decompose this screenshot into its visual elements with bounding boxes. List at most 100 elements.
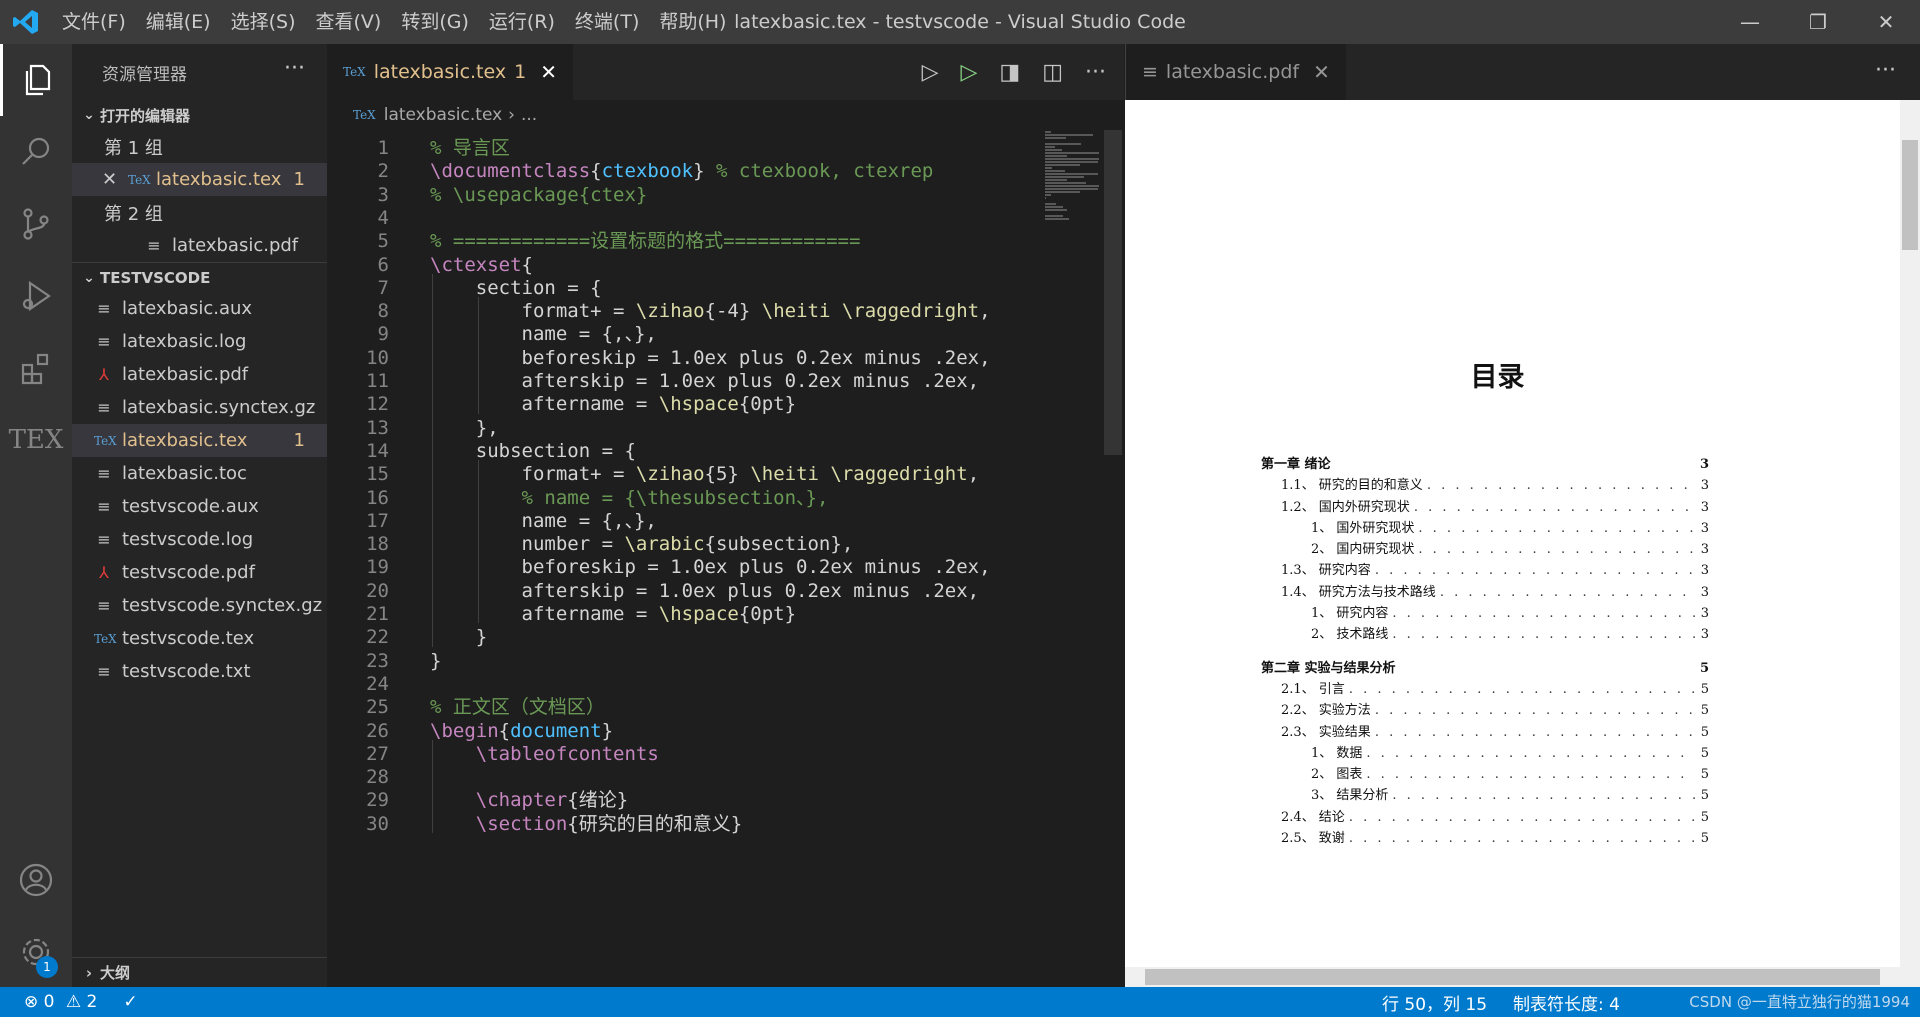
- menu-item[interactable]: 帮助(H): [649, 0, 736, 44]
- line-number: 30: [366, 812, 389, 835]
- toc-entry-title: 1.3、 研究内容: [1281, 563, 1371, 579]
- minimize-button[interactable]: —: [1716, 0, 1784, 44]
- explorer-icon[interactable]: [0, 44, 72, 116]
- settings-icon[interactable]: 1: [0, 916, 72, 988]
- breadcrumb-more[interactable]: ...: [521, 105, 537, 125]
- more-actions-icon[interactable]: ···: [1875, 58, 1896, 83]
- code-editor[interactable]: 1% 导言区 2 \documentclass{ctexbook} % ctexbo…: [327, 130, 1124, 987]
- extensions-icon[interactable]: [0, 332, 72, 404]
- indent-guide: [477, 460, 479, 624]
- menu-item[interactable]: 运行(R): [479, 0, 565, 44]
- source-control-icon[interactable]: [0, 188, 72, 260]
- file-item[interactable]: ≡ latexbasic.aux: [72, 292, 327, 325]
- minimap-line: [1045, 167, 1052, 169]
- toc-entry[interactable]: 1、 研究内容. . . . . . . . . . . . . . . . .…: [1261, 603, 1709, 624]
- indent-guide: [432, 273, 433, 647]
- pdf-vertical-scrollbar[interactable]: [1900, 100, 1920, 987]
- toc-entry-title: 1.2、 国内外研究现状: [1281, 499, 1410, 515]
- breadcrumb-file[interactable]: latexbasic.tex: [384, 105, 502, 125]
- build-run-icon[interactable]: ▷: [961, 60, 978, 85]
- toc-entry[interactable]: 第二章 实验与结果分析. . . . . . . . . . . . . . .…: [1261, 658, 1709, 679]
- tex-icon[interactable]: TEX: [0, 404, 72, 476]
- restore-button[interactable]: ❐: [1784, 0, 1852, 44]
- run-icon[interactable]: ▷: [922, 60, 939, 85]
- file-item[interactable]: ≡ testvscode.txt: [72, 655, 327, 688]
- menu-item[interactable]: 转到(G): [391, 0, 479, 44]
- code-text: \section{研究的目的和意义}: [475, 812, 743, 835]
- minimap-line: [1045, 203, 1056, 205]
- toc-entry[interactable]: 2.2、 实验方法. . . . . . . . . . . . . . . .…: [1261, 700, 1709, 721]
- menu-item[interactable]: 查看(V): [306, 0, 392, 44]
- outline-section[interactable]: › 大纲: [72, 957, 327, 987]
- toc-leader: . . . . . . . . . . . . . . . . . . . . …: [1392, 788, 1695, 804]
- tab-latexbasic-tex[interactable]: TeX latexbasic.tex 1 ✕: [327, 44, 573, 100]
- tab-size[interactable]: 制表符长度: 4: [1513, 990, 1620, 1015]
- tab-latexbasic-pdf[interactable]: ≡ latexbasic.pdf ✕: [1126, 44, 1346, 100]
- toc-entry[interactable]: 2.4、 结论. . . . . . . . . . . . . . . . .…: [1261, 807, 1709, 828]
- account-icon[interactable]: [0, 844, 72, 916]
- toc-entry[interactable]: 1.3、 研究内容. . . . . . . . . . . . . . . .…: [1261, 560, 1709, 581]
- toc-entry[interactable]: 1、 数据. . . . . . . . . . . . . . . . . .…: [1261, 743, 1709, 764]
- file-item[interactable]: ≡ latexbasic.toc: [72, 457, 327, 490]
- file-item[interactable]: ≡ latexbasic.synctex.gz: [72, 391, 327, 424]
- menu-item[interactable]: 终端(T): [565, 0, 649, 44]
- editor-scrollbar[interactable]: [1104, 130, 1122, 455]
- pdf-editor-tabs: ≡ latexbasic.pdf ✕ ···: [1125, 44, 1920, 100]
- file-item[interactable]: ≡ latexbasic.log: [72, 325, 327, 358]
- toc-entry[interactable]: 2、 国内研究现状. . . . . . . . . . . . . . . .…: [1261, 539, 1709, 560]
- file-item[interactable]: ≡ testvscode.log: [72, 523, 327, 556]
- menu-item[interactable]: 编辑(E): [136, 0, 221, 44]
- pdf-viewer[interactable]: 目录 第一章 绪论 . . . . . . . . . . . . . . . .…: [1125, 100, 1920, 987]
- toc-entry[interactable]: 1.4、 研究方法与技术路线. . . . . . . . . . . . . …: [1261, 582, 1709, 603]
- folder-section[interactable]: ⌄ TESTVSCODE: [72, 262, 327, 292]
- minimap-line: [1045, 164, 1081, 166]
- toc-entry[interactable]: 3、 结果分析. . . . . . . . . . . . . . . . .…: [1261, 785, 1709, 806]
- toc-entry[interactable]: 2.5、 致谢. . . . . . . . . . . . . . . . .…: [1261, 828, 1709, 849]
- toc-entry[interactable]: 2、 技术路线. . . . . . . . . . . . . . . . .…: [1261, 624, 1709, 645]
- toc-entry[interactable]: 2.1、 引言. . . . . . . . . . . . . . . . .…: [1261, 679, 1709, 700]
- close-tab-icon[interactable]: ✕: [1313, 60, 1330, 84]
- toc-leader: . . . . . . . . . . . . . . . . . . . . …: [1348, 681, 1695, 697]
- problems-indicator[interactable]: ⊗ 0 ⚠ 2: [24, 992, 97, 1012]
- toc-entry[interactable]: 第一章 绪论. . . . . . . . . . . . . . . . . …: [1261, 454, 1709, 475]
- file-item[interactable]: ≡ testvscode.synctex.gz: [72, 589, 327, 622]
- cursor-position[interactable]: 行 50，列 15: [1382, 990, 1487, 1015]
- toc-entry-title: 2.1、 引言: [1281, 681, 1345, 697]
- check-icon[interactable]: ✓: [123, 992, 137, 1012]
- toc-leader: . . . . . . . . . . . . . . . . . . . . …: [1348, 809, 1695, 825]
- status-bar: ⊗ 0 ⚠ 2 ✓ 行 50，列 15 制表符长度: 4 CSDN @一直特立独…: [0, 987, 1920, 1017]
- file-item[interactable]: ⅄ testvscode.pdf: [72, 556, 327, 589]
- chevron-down-icon: ⌄: [83, 269, 95, 286]
- more-actions-icon[interactable]: ···: [1085, 60, 1106, 85]
- search-icon[interactable]: [0, 116, 72, 188]
- open-editors-section[interactable]: ⌄ 打开的编辑器: [72, 100, 327, 130]
- preview-icon[interactable]: ◨: [999, 60, 1020, 85]
- file-name: latexbasic.toc: [122, 463, 247, 484]
- toc-leader: . . . . . . . . . . . . . . . . . . . . …: [1374, 724, 1695, 740]
- menu-item[interactable]: 文件(F): [52, 0, 136, 44]
- minimap[interactable]: [1045, 130, 1103, 230]
- toc-entry[interactable]: 1、 国外研究现状. . . . . . . . . . . . . . . .…: [1261, 518, 1709, 539]
- file-item[interactable]: ⅄ latexbasic.pdf: [72, 358, 327, 391]
- toc-leader: . . . . . . . . . . . . . . . . . . . . …: [1374, 703, 1695, 719]
- pdf-horizontal-scrollbar[interactable]: [1125, 967, 1900, 987]
- file-item[interactable]: TeX latexbasic.tex 1: [72, 424, 327, 457]
- more-actions-icon[interactable]: ···: [284, 56, 305, 81]
- indent-guide: [432, 739, 433, 833]
- open-editor-latexbasic-tex[interactable]: ✕ TeX latexbasic.tex 1: [72, 163, 327, 196]
- menu-item[interactable]: 选择(S): [221, 0, 306, 44]
- toc-entry[interactable]: 1.2、 国内外研究现状. . . . . . . . . . . . . . …: [1261, 497, 1709, 518]
- toc-entry[interactable]: 1.1、 研究的目的和意义. . . . . . . . . . . . . .…: [1261, 475, 1709, 496]
- file-item[interactable]: ≡ testvscode.aux: [72, 490, 327, 523]
- toc-entry-title: 1、 国外研究现状: [1311, 520, 1415, 536]
- open-editor-latexbasic-pdf[interactable]: ≡ latexbasic.pdf: [72, 229, 327, 262]
- run-debug-icon[interactable]: [0, 260, 72, 332]
- close-icon[interactable]: ✕: [102, 169, 122, 190]
- toc-entry[interactable]: 2.3、 实验结果. . . . . . . . . . . . . . . .…: [1261, 722, 1709, 743]
- toc-entry[interactable]: 2、 图表. . . . . . . . . . . . . . . . . .…: [1261, 764, 1709, 785]
- file-item[interactable]: TeX testvscode.tex: [72, 622, 327, 655]
- split-editor-icon[interactable]: ◫: [1042, 60, 1063, 85]
- file-name: testvscode.aux: [122, 496, 259, 517]
- close-tab-icon[interactable]: ✕: [540, 60, 557, 84]
- close-button[interactable]: ✕: [1852, 0, 1920, 44]
